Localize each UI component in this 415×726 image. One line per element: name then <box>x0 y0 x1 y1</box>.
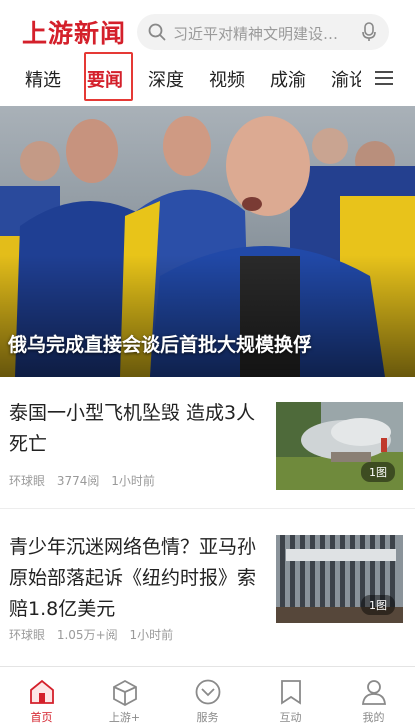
tab-shendu[interactable]: 深度 <box>148 66 184 92</box>
home-icon <box>30 679 54 704</box>
nav-interaction[interactable]: 互动 <box>249 667 332 726</box>
menu-icon[interactable] <box>375 70 395 86</box>
news-views: 3774阅 <box>56 474 100 488</box>
nav-home[interactable]: 首页 <box>0 667 83 726</box>
nav-label: 互动 <box>279 711 302 724</box>
person-icon <box>362 680 386 705</box>
nav-label: 服务 <box>196 711 219 724</box>
news-item[interactable]: 青少年沉迷网络色情？亚马孙原始部落起诉《纽约时报》索赔1.8亿美元 环球眼 1.… <box>0 520 415 665</box>
search-placeholder[interactable]: 习近平对精神文明建设… <box>173 23 358 44</box>
image-count-badge: 1图 <box>361 462 395 482</box>
tab-shipin[interactable]: 视频 <box>209 66 245 92</box>
news-item[interactable]: 泰国一小型飞机坠毁 造成3人死亡 环球眼 3774阅 1小时前 1图 <box>0 378 415 508</box>
hero-banner[interactable]: 俄乌完成直接会谈后首批大规模换俘 <box>0 106 415 377</box>
news-thumbnail[interactable]: 1图 <box>276 402 403 490</box>
divider <box>0 508 415 509</box>
news-source: 环球眼 <box>9 474 46 488</box>
nav-label: 首页 <box>30 711 53 724</box>
microphone-icon[interactable] <box>361 22 377 42</box>
nav-label: 我的 <box>362 711 385 724</box>
channel-tabs: 精选 要闻 深度 视频 成渝 渝论 <box>0 64 415 98</box>
chevron-circle-icon <box>195 679 221 705</box>
bookmark-icon <box>281 680 301 705</box>
news-thumbnail[interactable]: 1图 <box>276 535 403 623</box>
news-source: 环球眼 <box>9 628 46 642</box>
tab-yaowen[interactable]: 要闻 <box>87 66 123 92</box>
news-title[interactable]: 泰国一小型飞机坠毁 造成3人死亡 <box>9 398 264 460</box>
news-meta: 环球眼 3774阅 1小时前 <box>9 472 163 489</box>
news-time: 1小时前 <box>111 474 155 488</box>
news-title[interactable]: 青少年沉迷网络色情？亚马孙原始部落起诉《纽约时报》索赔1.8亿美元 <box>9 532 264 625</box>
nav-shangyou-plus[interactable]: 上游+ <box>83 667 166 726</box>
nav-mine[interactable]: 我的 <box>332 667 415 726</box>
hero-caption[interactable]: 俄乌完成直接会谈后首批大规模换俘 <box>8 330 312 357</box>
app-header: 上游新闻 习近平对精神文明建设… 精选 要闻 深度 视频 成渝 渝论 <box>0 0 415 106</box>
news-meta: 环球眼 1.05万+阅 1小时前 <box>9 626 181 643</box>
search-bar[interactable]: 习近平对精神文明建设… <box>137 14 389 50</box>
news-time: 1小时前 <box>129 628 174 642</box>
image-count-badge: 1图 <box>361 595 395 615</box>
tab-jingxuan[interactable]: 精选 <box>25 66 61 92</box>
nav-service[interactable]: 服务 <box>166 667 249 726</box>
tab-chengyu[interactable]: 成渝 <box>270 66 306 92</box>
app-logo[interactable]: 上游新闻 <box>22 14 126 50</box>
cube-icon <box>113 679 137 706</box>
news-views: 1.05万+阅 <box>56 628 118 642</box>
tab-yulun[interactable]: 渝论 <box>331 66 361 92</box>
nav-label: 上游+ <box>108 711 141 724</box>
bottom-navigation: 首页 上游+ 服务 互动 我的 <box>0 666 415 726</box>
search-icon <box>148 23 166 41</box>
